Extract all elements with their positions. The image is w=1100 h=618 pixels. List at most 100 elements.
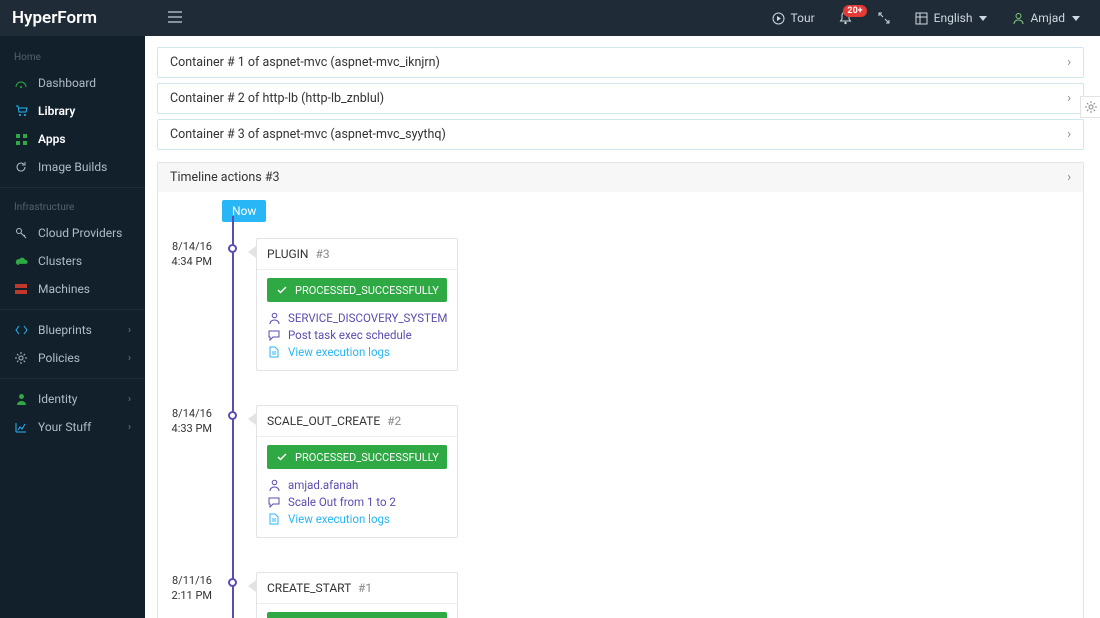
tour-button[interactable]: Tour [764, 11, 823, 25]
file-icon [267, 512, 281, 526]
sidebar-item-identity[interactable]: Identity › [0, 385, 145, 413]
sidebar-item-label: Cloud Providers [38, 226, 122, 240]
timeline-header[interactable]: Timeline actions #3 › [158, 163, 1083, 192]
sidebar-item-clusters[interactable]: Clusters [0, 247, 145, 275]
sidebar-item-label: Machines [38, 282, 90, 296]
user-icon [267, 311, 281, 325]
container-accordion-2[interactable]: Container # 2 of http-lb (http-lb_znblul… [157, 83, 1084, 114]
timeline-panel: Timeline actions #3 › Now 8/14/16 4:34 P… [157, 162, 1084, 618]
sidebar-item-label: Blueprints [38, 323, 92, 337]
sidebar-item-label: Apps [38, 132, 66, 146]
container-label: Container # 3 of aspnet-mvc (aspnet-mvc_… [170, 127, 446, 142]
sidebar-group-infra: Infrastructure [0, 194, 145, 219]
sidebar-item-apps[interactable]: Apps [0, 125, 145, 153]
gear-icon [14, 351, 28, 365]
chevron-down-icon [1072, 16, 1080, 21]
comment-icon [267, 328, 281, 342]
menu-icon [168, 10, 182, 24]
event-num: #3 [315, 247, 329, 261]
cart-icon [14, 104, 28, 118]
sidebar-item-label: Your Stuff [38, 420, 91, 434]
chevron-right-icon: › [1067, 91, 1071, 106]
sidebar-item-machines[interactable]: Machines [0, 275, 145, 303]
fullscreen-button[interactable] [869, 11, 899, 25]
event-num: #1 [358, 581, 372, 595]
sidebar-toggle-button[interactable] [168, 10, 182, 27]
timeline-title: Timeline actions #3 [170, 170, 280, 185]
timeline-dot-icon [228, 244, 237, 253]
apps-icon [14, 132, 28, 146]
topbar: HyperForm Tour 20+ [0, 0, 1100, 36]
comment-icon [267, 495, 281, 509]
event-time: 8/14/16 4:33 PM [168, 407, 212, 437]
expand-icon [877, 11, 891, 25]
event-card: PLUGIN #3 PROCESSED_SUCCESSFULLY [256, 238, 458, 371]
timeline-event: 8/14/16 4:33 PM SCALE_OUT_CREATE #2 [222, 405, 1071, 538]
container-accordion-1[interactable]: Container # 1 of aspnet-mvc (aspnet-mvc_… [157, 47, 1084, 78]
server-icon [14, 282, 28, 296]
chevron-right-icon: › [128, 422, 131, 433]
event-card: SCALE_OUT_CREATE #2 PROCESSED_SUCCESSFUL… [256, 405, 458, 538]
globe-icon [915, 11, 929, 25]
sidebar-item-label: Image Builds [38, 160, 107, 174]
sidebar-item-dashboard[interactable]: Dashboard [0, 69, 145, 97]
event-user: amjad.afanah [267, 478, 447, 492]
event-num: #2 [387, 414, 401, 428]
sidebar-item-your-stuff[interactable]: Your Stuff › [0, 413, 145, 441]
sidebar-item-label: Identity [38, 392, 77, 406]
chevron-right-icon: › [128, 353, 131, 364]
event-user: SERVICE_DISCOVERY_SYSTEM [267, 311, 447, 325]
user-icon [14, 392, 28, 406]
container-label: Container # 2 of http-lb (http-lb_znblul… [170, 91, 384, 106]
chevron-right-icon: › [1067, 170, 1071, 185]
status-badge: PROCESSED_SUCCESSFULLY [267, 445, 447, 469]
timeline-dot-icon [228, 411, 237, 420]
status-badge: PROCESSED_SUCCESSFULLY [267, 278, 447, 302]
now-pill: Now [222, 200, 266, 222]
sidebar-item-label: Policies [38, 351, 80, 365]
event-time: 8/11/16 2:11 PM [168, 574, 212, 604]
notifications-button[interactable]: 20+ [831, 11, 861, 25]
chevron-right-icon: › [1067, 127, 1071, 142]
container-label: Container # 1 of aspnet-mvc (aspnet-mvc_… [170, 55, 440, 70]
sidebar-item-label: Dashboard [38, 76, 96, 90]
refresh-icon [14, 160, 28, 174]
language-label: English [934, 11, 973, 25]
event-action: SCALE_OUT_CREATE [267, 414, 380, 428]
event-message: Scale Out from 1 to 2 [267, 495, 447, 509]
sidebar-item-cloud-providers[interactable]: Cloud Providers [0, 219, 145, 247]
container-accordion-3[interactable]: Container # 3 of aspnet-mvc (aspnet-mvc_… [157, 119, 1084, 150]
check-icon [275, 450, 289, 464]
event-time: 8/14/16 4:34 PM [168, 240, 212, 270]
timeline-dot-icon [228, 578, 237, 587]
timeline-event: 8/11/16 2:11 PM CREATE_START #1 [222, 572, 1071, 618]
sidebar-item-policies[interactable]: Policies › [0, 344, 145, 372]
check-icon [275, 283, 289, 297]
chart-icon [14, 420, 28, 434]
timeline-event: 8/14/16 4:34 PM PLUGIN #3 [222, 238, 1071, 371]
language-dropdown[interactable]: English [907, 11, 996, 25]
play-circle-icon [772, 11, 786, 25]
chevron-right-icon: › [128, 394, 131, 405]
event-action: PLUGIN [267, 247, 309, 261]
view-logs-link[interactable]: View execution logs [267, 512, 447, 526]
user-icon [267, 478, 281, 492]
user-icon [1011, 11, 1025, 25]
event-message: Post task exec schedule [267, 328, 447, 342]
tour-label: Tour [791, 11, 815, 25]
brand: HyperForm [12, 8, 144, 28]
sidebar-item-library[interactable]: Library [0, 97, 145, 125]
settings-drawer-button[interactable] [1080, 96, 1100, 118]
main-content: Container # 1 of aspnet-mvc (aspnet-mvc_… [145, 36, 1100, 618]
view-logs-link[interactable]: View execution logs [267, 345, 447, 359]
file-icon [267, 345, 281, 359]
sidebar-group-home: Home [0, 44, 145, 69]
chevron-right-icon: › [128, 325, 131, 336]
user-menu[interactable]: Amjad [1003, 11, 1088, 25]
sidebar-item-label: Library [38, 104, 75, 118]
sidebar-item-blueprints[interactable]: Blueprints › [0, 316, 145, 344]
cloud-icon [14, 254, 28, 268]
sidebar-item-label: Clusters [38, 254, 82, 268]
key-icon [14, 226, 28, 240]
sidebar-item-image-builds[interactable]: Image Builds [0, 153, 145, 181]
